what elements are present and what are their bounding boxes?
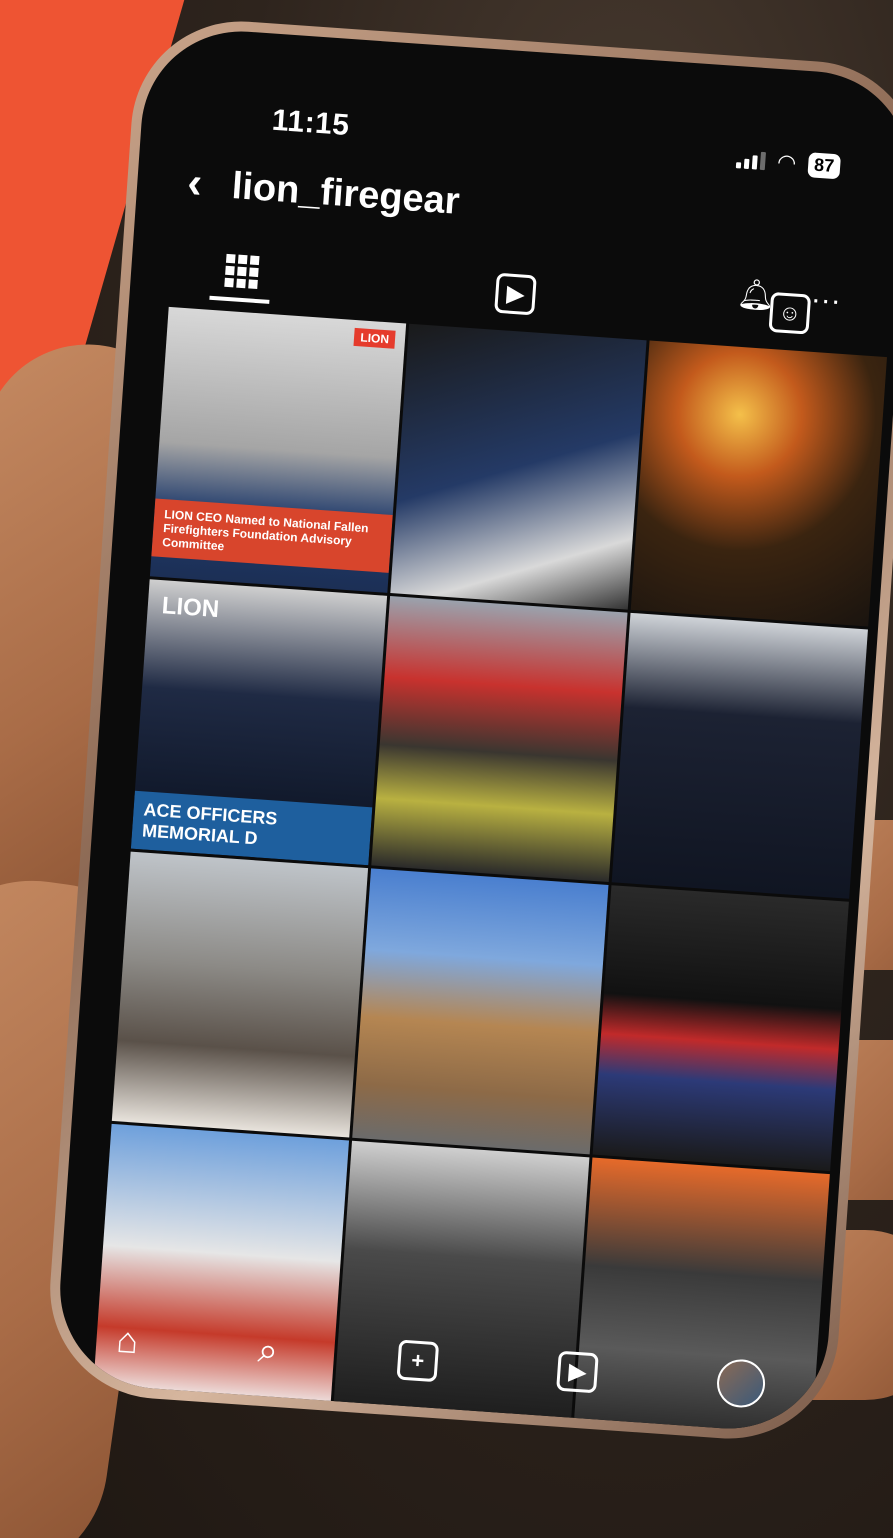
wifi-icon: ◠ bbox=[776, 149, 798, 176]
battery-level: 87 bbox=[807, 151, 842, 179]
post-caption: LION CEO Named to National Fallen Firefi… bbox=[151, 498, 393, 573]
post-brand-badge: LION bbox=[353, 327, 396, 349]
post-brand-logo: LION bbox=[160, 592, 221, 624]
tab-grid[interactable] bbox=[209, 241, 274, 304]
post-thumbnail[interactable] bbox=[371, 596, 628, 882]
home-icon[interactable]: ⌂ bbox=[115, 1319, 140, 1362]
tab-reels[interactable]: ▶ bbox=[484, 265, 548, 323]
tagged-person-icon: ☺ bbox=[768, 291, 812, 335]
profile-avatar[interactable] bbox=[715, 1357, 767, 1410]
posts-grid: LION LION CEO Named to National Fallen F… bbox=[92, 306, 887, 1436]
post-thumbnail[interactable] bbox=[630, 340, 887, 627]
reels-icon: ▶ bbox=[494, 272, 537, 316]
phone-screen: 11:15 ◠ 87 ‹ lion_firegear 🔔︎ ··· ▶ ☺ LI… bbox=[53, 24, 893, 1436]
post-thumbnail[interactable] bbox=[592, 885, 849, 1172]
photo-scene: 11:15 ◠ 87 ‹ lion_firegear 🔔︎ ··· ▶ ☺ LI… bbox=[0, 0, 893, 1538]
post-thumbnail[interactable] bbox=[111, 851, 369, 1138]
signal-icon bbox=[735, 150, 766, 171]
post-thumbnail[interactable] bbox=[390, 323, 647, 610]
post-thumbnail[interactable] bbox=[352, 868, 609, 1155]
status-time: 11:15 bbox=[270, 103, 351, 143]
grid-icon bbox=[223, 253, 260, 289]
post-thumbnail[interactable]: LION LION CEO Named to National Fallen F… bbox=[149, 306, 407, 593]
back-arrow-icon[interactable]: ‹ bbox=[186, 158, 204, 209]
home-indicator[interactable] bbox=[325, 1420, 546, 1436]
post-thumbnail[interactable]: LION ACE OFFICERS MEMORIAL D bbox=[130, 579, 388, 866]
tab-tagged[interactable]: ☺ bbox=[758, 284, 822, 342]
profile-username: lion_firegear bbox=[230, 164, 462, 223]
create-icon[interactable]: + bbox=[396, 1339, 440, 1383]
status-indicators: ◠ 87 bbox=[735, 146, 842, 179]
reels-icon[interactable]: ▶ bbox=[556, 1350, 599, 1394]
smartphone: 11:15 ◠ 87 ‹ lion_firegear 🔔︎ ··· ▶ ☺ LI… bbox=[42, 14, 893, 1446]
search-icon[interactable]: ⌕ bbox=[256, 1328, 280, 1372]
post-thumbnail[interactable] bbox=[611, 612, 868, 899]
